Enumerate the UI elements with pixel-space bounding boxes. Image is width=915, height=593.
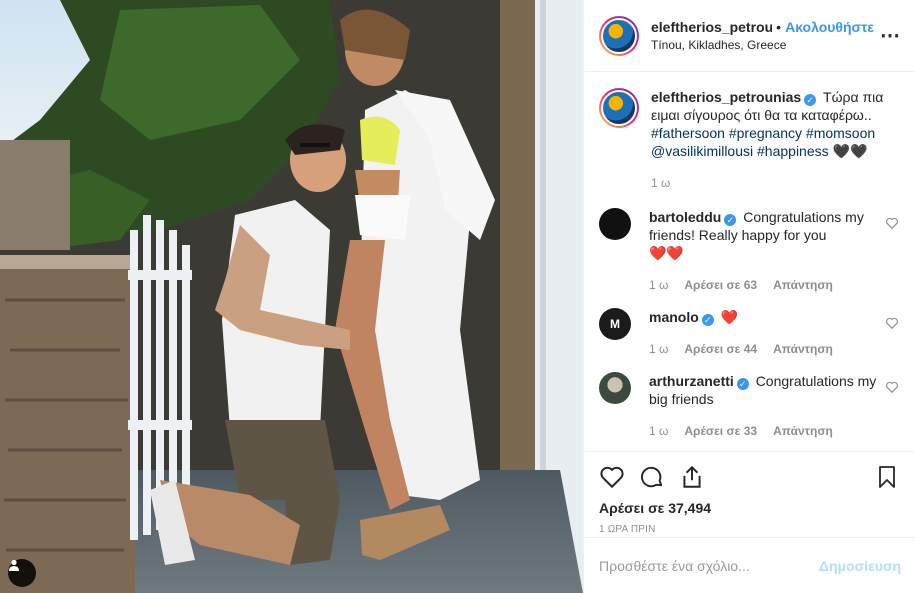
- post-header: eleftherios_petrounias • Ακολουθήστε Tín…: [584, 0, 915, 72]
- separator-dot: •: [776, 19, 782, 35]
- comment-age[interactable]: 1 ω: [649, 422, 668, 440]
- verified-badge-icon: ✓: [736, 378, 749, 390]
- add-comment-bar: Δημοσίευση: [584, 537, 915, 593]
- photo-illustration: [0, 0, 583, 593]
- hashtag-link[interactable]: #happiness: [757, 143, 829, 159]
- commenter-avatar[interactable]: [599, 208, 631, 240]
- post-photo[interactable]: [0, 0, 583, 593]
- comment-likes[interactable]: Αρέσει σε 44: [684, 340, 757, 358]
- comment-age[interactable]: 1 ω: [649, 276, 668, 294]
- caption-username[interactable]: eleftherios_petrounias: [651, 89, 801, 105]
- post-comment-button[interactable]: Δημοσίευση: [819, 558, 901, 574]
- comment-emoji: ❤️: [720, 309, 739, 325]
- verified-badge-icon: ✓: [701, 314, 714, 326]
- user-icon: [9, 559, 19, 571]
- follow-button[interactable]: Ακολουθήστε: [785, 19, 874, 35]
- share-icon[interactable]: [679, 464, 705, 490]
- verified-badge-icon: ✓: [724, 214, 737, 226]
- commenter-avatar[interactable]: [599, 372, 631, 404]
- like-comment-heart-icon[interactable]: [885, 216, 899, 230]
- comment-input[interactable]: [599, 557, 819, 574]
- hashtag-link[interactable]: #momsoon: [806, 125, 875, 141]
- comment-likes[interactable]: Αρέσει σε 33: [684, 422, 757, 440]
- comment-bubble-icon[interactable]: [639, 464, 665, 490]
- comment-item: M manolo ✓ ❤️ 1 ω Αρέσει σε 44 Απάντηση: [599, 308, 899, 358]
- ellipsis-icon[interactable]: ⋯: [880, 23, 901, 48]
- like-heart-icon[interactable]: [599, 464, 625, 490]
- commenter-username[interactable]: arthurzanetti: [649, 373, 734, 389]
- author-avatar[interactable]: [599, 15, 639, 56]
- commenter-username[interactable]: bartoleddu: [649, 209, 721, 225]
- comment-emoji: ❤️❤️: [649, 245, 684, 261]
- hashtag-link[interactable]: #fathersoon: [651, 125, 725, 141]
- caption-avatar[interactable]: [599, 88, 639, 128]
- reply-button[interactable]: Απάντηση: [773, 340, 833, 358]
- likes-count[interactable]: Αρέσει σε 37,494: [599, 500, 899, 516]
- caption-age[interactable]: 1 ω: [651, 174, 670, 192]
- commenter-avatar[interactable]: M: [599, 308, 631, 340]
- comment-item: arthurzanetti ✓ Congratulations my big fr…: [599, 372, 899, 440]
- reply-button[interactable]: Απάντηση: [773, 422, 833, 440]
- comment-item: bartoleddu ✓ Congratulations my friends! …: [599, 208, 899, 294]
- caption: eleftherios_petrounias ✓ Τώρα πια ειμαι σ…: [599, 88, 899, 192]
- author-username[interactable]: eleftherios_petrounias: [651, 19, 772, 35]
- comment-age[interactable]: 1 ω: [649, 340, 668, 358]
- comments-list[interactable]: eleftherios_petrounias ✓ Τώρα πια ειμαι σ…: [584, 72, 915, 451]
- tagged-user-button[interactable]: [8, 559, 36, 587]
- bookmark-icon[interactable]: [875, 464, 899, 490]
- reply-button[interactable]: Απάντηση: [773, 276, 833, 294]
- mention-link[interactable]: @vasilikimillousi: [651, 143, 753, 159]
- hashtag-link[interactable]: #pregnancy: [729, 125, 802, 141]
- location-link[interactable]: Tínou, Kikladhes, Greece: [651, 38, 874, 52]
- post-time[interactable]: 1 ΩΡΑ ΠΡΙΝ: [599, 524, 899, 535]
- caption-emoji: 🖤🖤: [832, 143, 868, 159]
- like-comment-heart-icon[interactable]: [885, 316, 899, 330]
- commenter-username[interactable]: manolo: [649, 309, 699, 325]
- post-side-panel: eleftherios_petrounias • Ακολουθήστε Tín…: [583, 0, 915, 593]
- comment-likes[interactable]: Αρέσει σε 63: [684, 276, 757, 294]
- verified-badge-icon: ✓: [804, 94, 817, 106]
- like-comment-heart-icon[interactable]: [885, 380, 899, 394]
